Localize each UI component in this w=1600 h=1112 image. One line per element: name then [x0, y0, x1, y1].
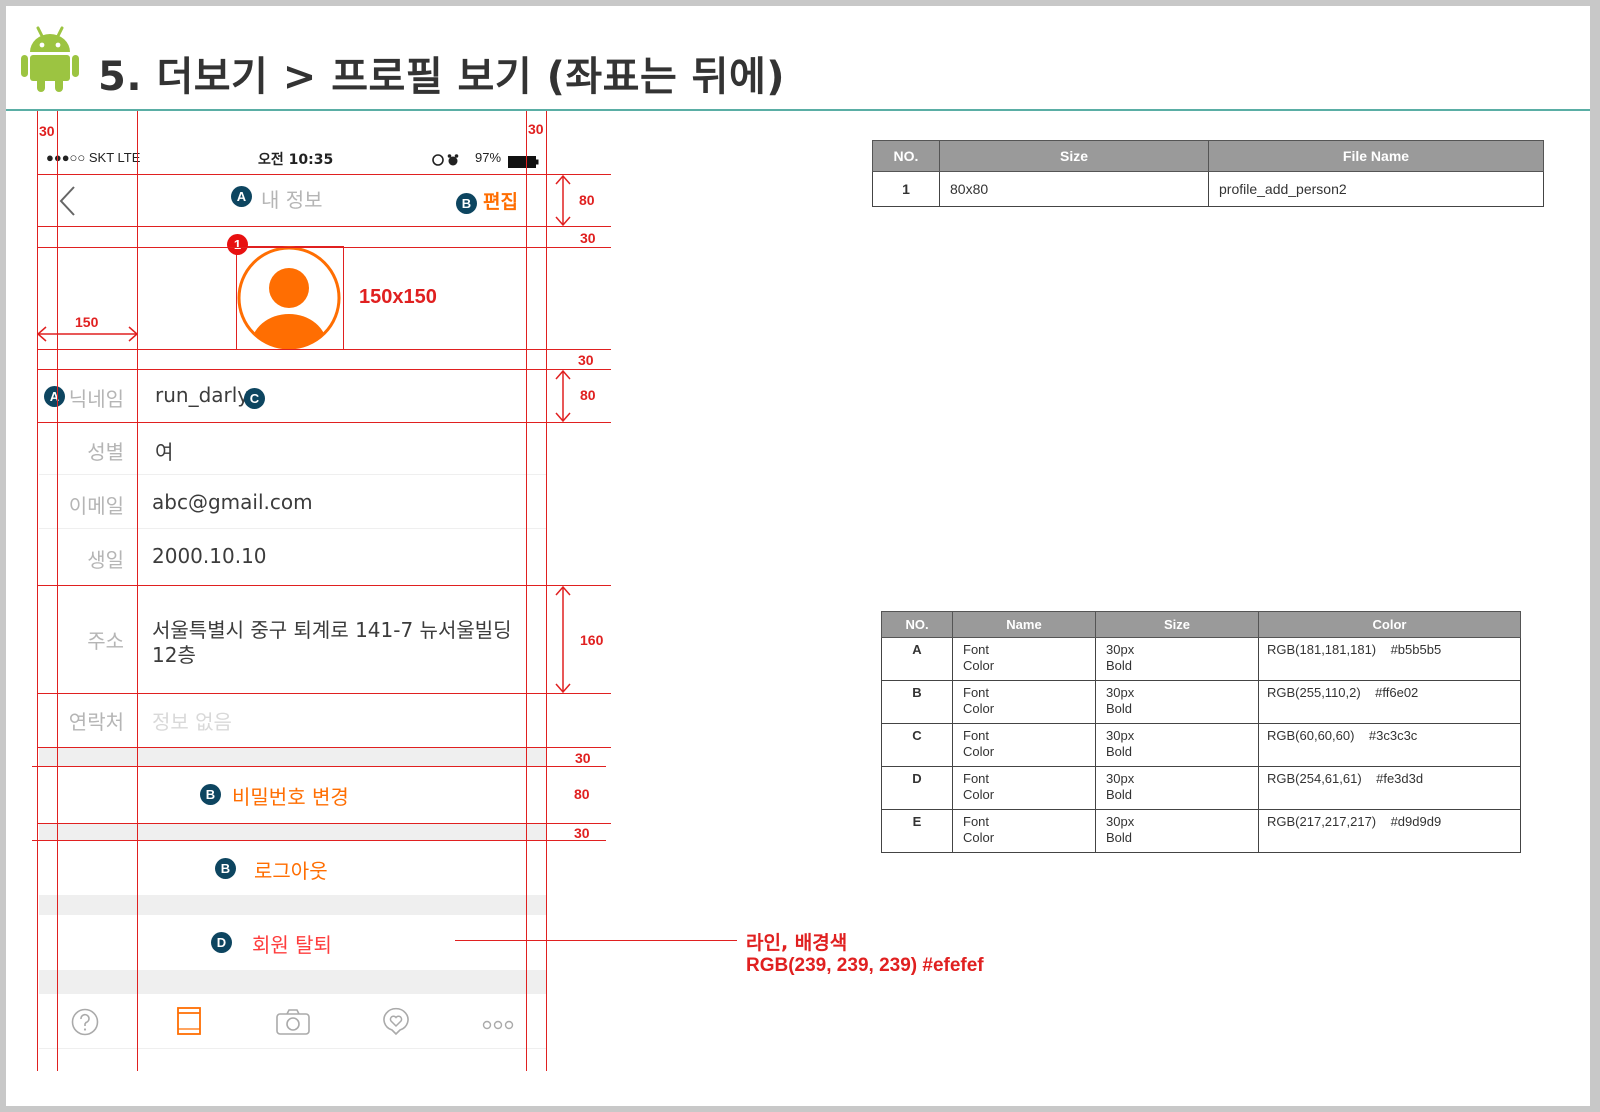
cell-no: D — [881, 766, 953, 810]
cell-size-line1: 30px — [1106, 771, 1135, 786]
cell-name-line1: Font — [963, 728, 990, 743]
cell-name-line1: Font — [963, 642, 990, 657]
cell-size: 30px Bold — [1095, 766, 1259, 810]
image-spec-table: NO. Size File Name 1 80x80 profile_add_p… — [872, 140, 1544, 207]
cell-color: RGB(254,61,61) #fe3d3d — [1258, 766, 1521, 810]
cell-size-line2: Bold — [1106, 744, 1133, 759]
cell-color: RGB(60,60,60) #3c3c3c — [1258, 723, 1521, 767]
col-header: File Name — [1208, 140, 1544, 172]
cell-size: 30px Bold — [1095, 809, 1259, 853]
cell-name-line2: Color — [963, 830, 995, 845]
cell-no: C — [881, 723, 953, 767]
slide: 5. 더보기 > 프로필 보기 (좌표는 뒤에) ●●●○○ SKT LTE 오… — [6, 6, 1590, 1106]
cell-no: A — [881, 637, 953, 681]
table-row: A Font Color 30px Bold RGB(181,181,181) #b… — [881, 637, 1521, 681]
table-row: 1 80x80 profile_add_person2 — [872, 171, 1544, 207]
cell-no: B — [881, 680, 953, 724]
cell-name: Font Color — [952, 766, 1096, 810]
cell-filename: profile_add_person2 — [1208, 171, 1544, 207]
cell-size-line2: Bold — [1106, 830, 1133, 845]
col-header: NO. — [881, 611, 953, 638]
cell-name-line1: Font — [963, 685, 990, 700]
cell-name-line2: Color — [963, 701, 995, 716]
col-header: Name — [952, 611, 1096, 638]
cell-name: Font Color — [952, 723, 1096, 767]
col-header: Color — [1258, 611, 1521, 638]
annotation-leader-line — [455, 940, 737, 941]
table-row: D Font Color 30px Bold RGB(254,61,61) #fe3… — [881, 766, 1521, 810]
font-spec-table: NO. Name Size Color A Font Color 30px Bold… — [881, 611, 1521, 853]
col-header: Size — [939, 140, 1209, 172]
col-header: Size — [1095, 611, 1259, 638]
annotation-color: RGB(239, 239, 239) #efefef — [746, 955, 984, 976]
col-header: NO. — [872, 140, 940, 172]
cell-size-line1: 30px — [1106, 642, 1135, 657]
cell-size-line2: Bold — [1106, 787, 1133, 802]
table-row: B Font Color 30px Bold RGB(255,110,2) #ff6… — [881, 680, 1521, 724]
cell-size-line1: 30px — [1106, 814, 1135, 829]
table-row: E Font Color 30px Bold RGB(217,217,217) #d… — [881, 809, 1521, 853]
cell-size: 30px Bold — [1095, 637, 1259, 681]
cell-color: RGB(181,181,181) #b5b5b5 — [1258, 637, 1521, 681]
cell-size-line2: Bold — [1106, 658, 1133, 673]
cell-size: 80x80 — [939, 171, 1209, 207]
phone-mockup: ●●●○○ SKT LTE 오전 10:35 97% A 내 정보 B 편집 1… — [6, 6, 626, 1106]
cell-size-line1: 30px — [1106, 728, 1135, 743]
cell-name: Font Color — [952, 809, 1096, 853]
cell-name-line2: Color — [963, 744, 995, 759]
cell-name-line2: Color — [963, 787, 995, 802]
cell-name-line2: Color — [963, 658, 995, 673]
cell-no: 1 — [872, 171, 940, 207]
cell-color: RGB(217,217,217) #d9d9d9 — [1258, 809, 1521, 853]
cell-size: 30px Bold — [1095, 680, 1259, 724]
cell-name: Font Color — [952, 637, 1096, 681]
annotation-title: 라인, 배경색 — [746, 932, 848, 954]
table-row: C Font Color 30px Bold RGB(60,60,60) #3c3c… — [881, 723, 1521, 767]
cell-name-line1: Font — [963, 771, 990, 786]
cell-no: E — [881, 809, 953, 853]
cell-size-line1: 30px — [1106, 685, 1135, 700]
cell-size: 30px Bold — [1095, 723, 1259, 767]
cell-size-line2: Bold — [1106, 701, 1133, 716]
cell-name: Font Color — [952, 680, 1096, 724]
cell-name-line1: Font — [963, 814, 990, 829]
cell-color: RGB(255,110,2) #ff6e02 — [1258, 680, 1521, 724]
dimension-arrows — [6, 6, 626, 1106]
